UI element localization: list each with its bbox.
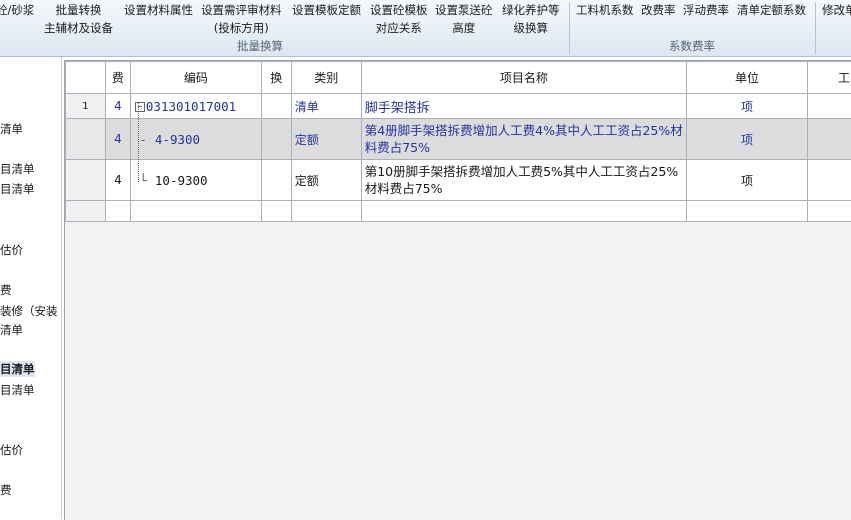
table-row[interactable]: 4 └10-9300 定额 第10册脚手架搭拆费增加人工费5%其中人工工资占25…	[66, 160, 851, 201]
group-label-batch-conversion: 批量换算	[200, 38, 320, 54]
batch-convert-label-2: 主辅材及设备	[44, 19, 113, 37]
ribbon-toolbar: 砼/砂浆 批量转换 主辅材及设备 设置材料属性 设置需评审材料 (投标方用) 设…	[0, 0, 851, 57]
change-rate-button[interactable]: 改费率	[641, 1, 676, 19]
code-cell[interactable]: −031301017001	[130, 94, 261, 119]
column-header-work[interactable]: 工	[807, 62, 851, 94]
fee-cell[interactable]: 4	[105, 160, 130, 201]
nav-item[interactable]: 清单	[0, 322, 23, 338]
left-nav-panel: 清单 目清单 目清单 估价 费 装修（安装 清单 目清单 目清单 估价 费	[0, 57, 62, 519]
corner-header	[66, 62, 106, 94]
modify-button[interactable]: 修改单	[822, 1, 851, 19]
greening-maintenance-label-2: 级换算	[502, 19, 560, 37]
item-name-cell[interactable]: 第10册脚手架搭拆费增加人工费5%其中人工工资占25%材料费占75%	[361, 160, 686, 201]
code-cell[interactable]: -4-9300	[130, 119, 261, 160]
column-header-fee[interactable]: 费	[105, 62, 130, 94]
list-quota-coefficient-label: 清单定额系数	[737, 1, 806, 19]
data-grid-area: 费 编码 换 类别 项目名称 单位 工 1 4 −031301017001 清单…	[64, 60, 851, 520]
set-review-materials-button[interactable]: 设置需评审材料 (投标方用)	[201, 1, 282, 37]
swap-cell[interactable]	[261, 94, 291, 119]
code-cell[interactable]: └10-9300	[130, 160, 261, 201]
nav-item[interactable]: 目清单	[0, 161, 35, 177]
floating-rate-label: 浮动费率	[683, 1, 729, 19]
unit-cell[interactable]: 项	[687, 119, 808, 160]
item-name-cell[interactable]: 脚手架搭拆	[361, 94, 686, 119]
code-value: 4-9300	[155, 132, 200, 147]
column-header-item-name[interactable]: 项目名称	[361, 62, 686, 94]
row-number	[66, 201, 106, 222]
nav-item[interactable]: 装修（安装	[0, 303, 58, 319]
column-header-swap[interactable]: 换	[261, 62, 291, 94]
nav-item[interactable]: 估价	[0, 242, 23, 258]
set-review-materials-label-2: (投标方用)	[201, 19, 282, 37]
type-cell[interactable]: 清单	[291, 94, 361, 119]
batch-convert-main-materials-button[interactable]: 批量转换 主辅材及设备	[44, 1, 113, 37]
nav-item[interactable]: 估价	[0, 442, 23, 458]
nav-item[interactable]: 目清单	[0, 181, 35, 197]
table-row-empty[interactable]	[66, 201, 851, 222]
unit-cell[interactable]: 项	[687, 160, 808, 201]
ribbon-group-separator	[569, 2, 570, 54]
set-material-attribute-button[interactable]: 设置材料属性	[124, 1, 193, 19]
set-pump-concrete-label-2: 高度	[435, 19, 493, 37]
batch-convert-label-1: 批量转换	[44, 1, 113, 19]
set-template-quota-label: 设置模板定额	[292, 1, 361, 19]
set-concrete-template-label-1: 设置砼模板	[370, 1, 428, 19]
table-row-selected[interactable]: 4 -4-9300 定额 第4册脚手架搭拆费增加人工费4%其中人工工资占25%材…	[66, 119, 851, 160]
empty-cell[interactable]	[807, 201, 851, 222]
floating-rate-button[interactable]: 浮动费率	[683, 1, 729, 19]
code-value: 031301017001	[146, 99, 236, 114]
set-pump-concrete-label-1: 设置泵送砼	[435, 1, 493, 19]
swap-cell[interactable]	[261, 119, 291, 160]
nav-item[interactable]: 费	[0, 482, 12, 498]
set-material-attribute-label: 设置材料属性	[124, 1, 193, 19]
group-label-coefficient-rate: 系数费率	[632, 38, 752, 54]
concrete-mortar-button[interactable]: 砼/砂浆	[0, 1, 34, 19]
concrete-mortar-label: 砼/砂浆	[0, 1, 34, 19]
table-row[interactable]: 1 4 −031301017001 清单 脚手架搭拆 项	[66, 94, 851, 119]
greening-maintenance-label-1: 绿化养护等	[502, 1, 560, 19]
fee-cell[interactable]: 4	[105, 94, 130, 119]
nav-item-selected[interactable]: 目清单	[0, 361, 35, 377]
code-value: 10-9300	[155, 173, 208, 188]
collapse-tree-icon[interactable]: −	[135, 102, 145, 112]
set-concrete-template-button[interactable]: 设置砼模板 对应关系	[370, 1, 428, 37]
set-pump-concrete-height-button[interactable]: 设置泵送砼 高度	[435, 1, 493, 37]
set-review-materials-label-1: 设置需评审材料	[201, 1, 282, 19]
empty-cell[interactable]	[687, 201, 808, 222]
fee-cell[interactable]: 4	[105, 119, 130, 160]
work-cell[interactable]	[807, 94, 851, 119]
nav-item[interactable]: 目清单	[0, 382, 35, 398]
column-header-code[interactable]: 编码	[130, 62, 261, 94]
item-name-cell[interactable]: 第4册脚手架搭拆费增加人工费4%其中人工工资占25%材料费占75%	[361, 119, 686, 160]
set-concrete-template-label-2: 对应关系	[370, 19, 428, 37]
data-grid: 费 编码 换 类别 项目名称 单位 工 1 4 −031301017001 清单…	[65, 61, 851, 222]
labor-material-coefficient-label: 工料机系数	[576, 1, 634, 19]
column-header-type[interactable]: 类别	[291, 62, 361, 94]
column-header-unit[interactable]: 单位	[687, 62, 808, 94]
empty-cell[interactable]	[361, 201, 686, 222]
swap-cell[interactable]	[261, 160, 291, 201]
list-quota-coefficient-button[interactable]: 清单定额系数	[737, 1, 806, 19]
work-cell[interactable]	[807, 160, 851, 201]
greening-maintenance-button[interactable]: 绿化养护等 级换算	[502, 1, 560, 37]
change-rate-label: 改费率	[641, 1, 676, 19]
modify-label: 修改单	[822, 1, 851, 19]
empty-cell[interactable]	[105, 201, 130, 222]
empty-cell[interactable]	[261, 201, 291, 222]
work-cell[interactable]	[807, 119, 851, 160]
row-number: 1	[66, 94, 106, 119]
unit-cell[interactable]: 项	[687, 94, 808, 119]
nav-item[interactable]: 清单	[0, 121, 23, 137]
tree-connector-line	[138, 102, 139, 182]
type-cell[interactable]: 定额	[291, 160, 361, 201]
ribbon-group-separator	[815, 2, 816, 54]
labor-material-coefficient-button[interactable]: 工料机系数	[576, 1, 634, 19]
row-number	[66, 119, 106, 160]
type-cell[interactable]: 定额	[291, 119, 361, 160]
empty-cell[interactable]	[130, 201, 261, 222]
set-template-quota-button[interactable]: 设置模板定额	[292, 1, 361, 19]
nav-item[interactable]: 费	[0, 282, 12, 298]
row-number	[66, 160, 106, 201]
empty-cell[interactable]	[291, 201, 361, 222]
